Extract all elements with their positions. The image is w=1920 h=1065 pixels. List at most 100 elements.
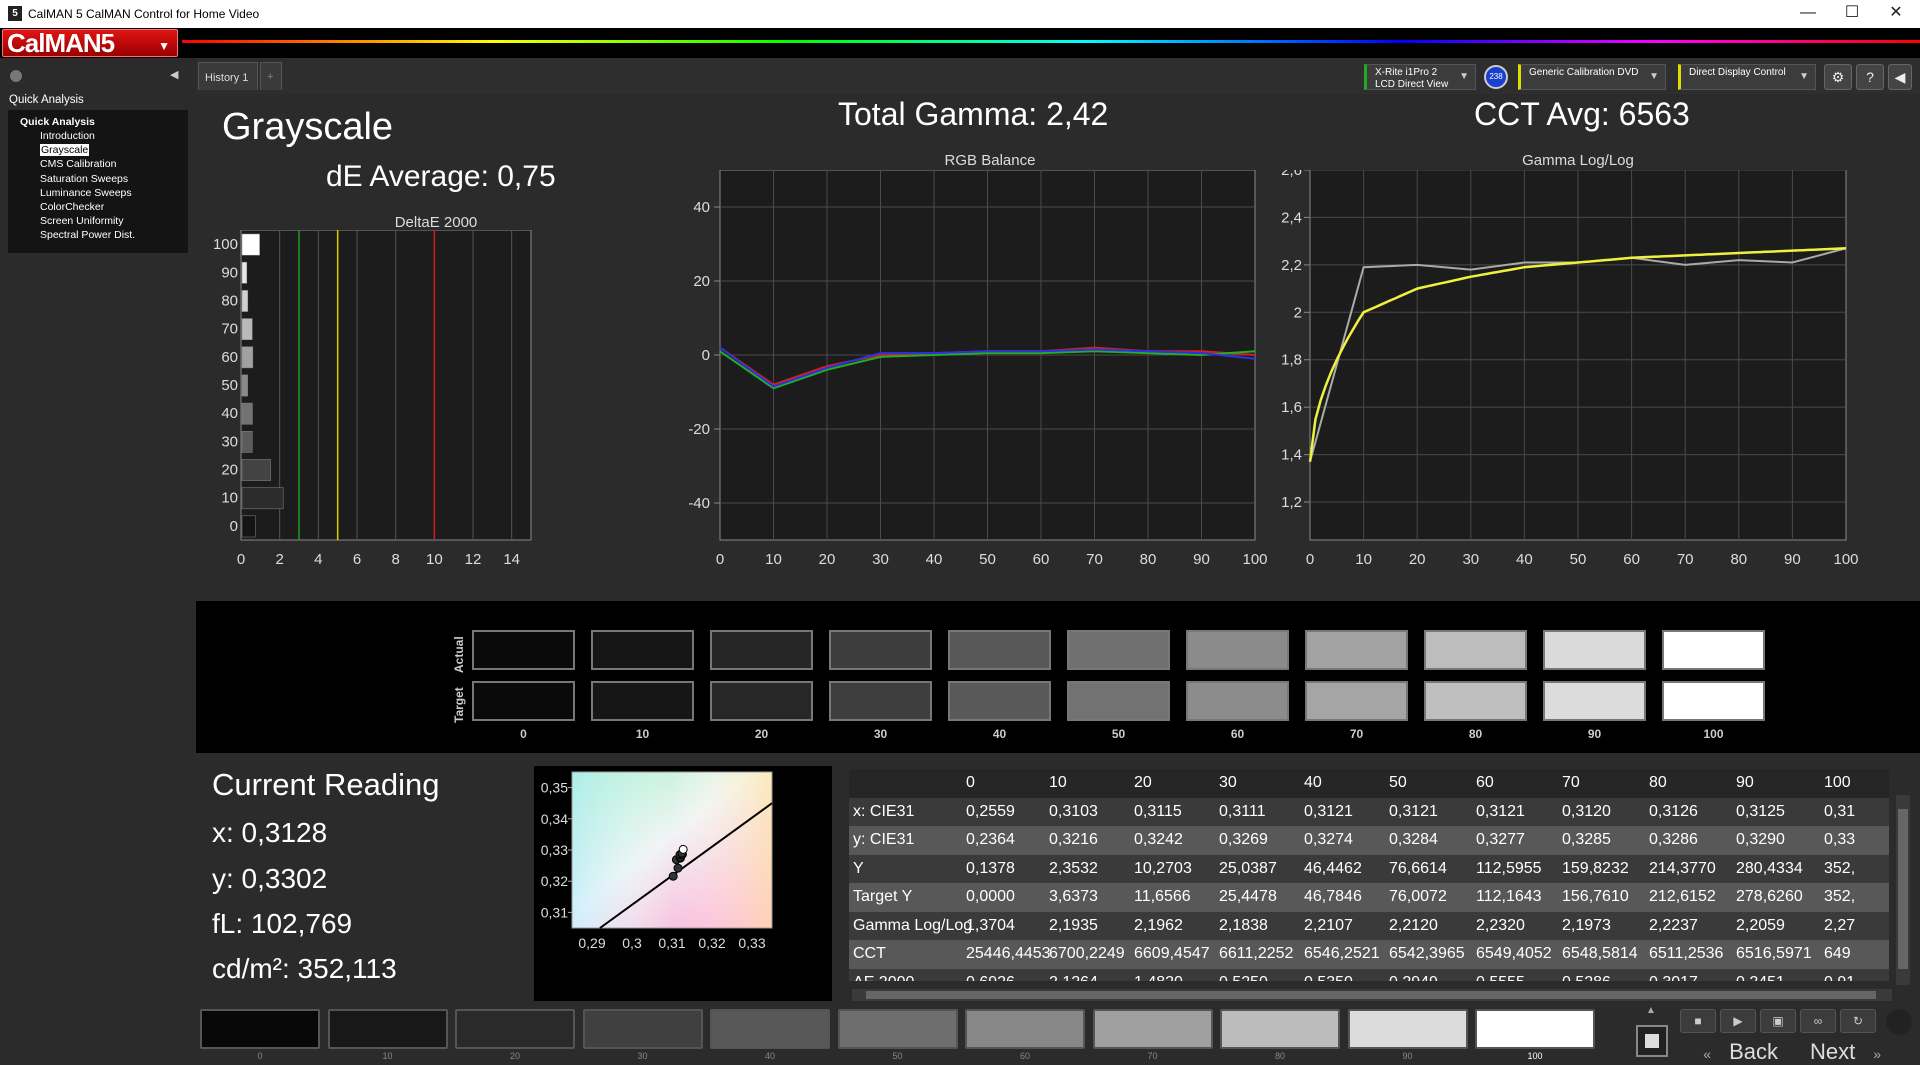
table-cell: 0,3290 xyxy=(1736,831,1785,848)
back-label: Back xyxy=(1729,1039,1778,1064)
sidebar-item[interactable]: Introduction xyxy=(20,129,188,143)
table-cell: 280,4334 xyxy=(1736,859,1803,877)
swatch-level-label: 30 xyxy=(873,727,888,741)
table-cell: 159,8232 xyxy=(1562,859,1629,877)
bottom-swatch-button[interactable] xyxy=(1220,1009,1340,1049)
sidebar-item-label: Introduction xyxy=(40,130,95,142)
table-cell: 46,7846 xyxy=(1304,888,1362,905)
bottom-swatch-button[interactable] xyxy=(200,1009,320,1049)
collapse-right-icon[interactable]: ◀ xyxy=(1888,64,1912,90)
save-icon[interactable]: ▣ xyxy=(1760,1009,1796,1033)
table-vertical-scrollbar[interactable] xyxy=(1896,795,1910,985)
row-label: ΔE 2000 xyxy=(853,974,914,982)
add-tab-button[interactable]: + xyxy=(260,62,282,90)
collapse-left-icon[interactable]: ◀ xyxy=(170,68,178,81)
sidebar-item-label: Grayscale xyxy=(40,144,90,157)
y-tick-label: 20 xyxy=(221,462,238,479)
actual-swatch xyxy=(1305,630,1408,670)
y-tick-label: 1,4 xyxy=(1281,447,1302,464)
next-label: Next xyxy=(1810,1039,1856,1064)
table-cell: 214,3770 xyxy=(1649,859,1716,877)
minimize-button[interactable]: — xyxy=(1788,2,1828,24)
round-action-icon[interactable] xyxy=(1886,1009,1912,1035)
meter-badge[interactable]: 238 xyxy=(1484,65,1508,89)
swatch-level-label: 40 xyxy=(992,727,1007,741)
title-bar: 5 CalMAN 5 CalMAN Control for Home Video… xyxy=(0,0,1920,28)
column-header: 30 xyxy=(1219,774,1237,791)
row-label: Gamma Log/Log xyxy=(853,916,973,934)
scrollbar-thumb[interactable] xyxy=(1898,809,1908,969)
maximize-button[interactable]: ☐ xyxy=(1832,2,1872,24)
y-tick-label: 10 xyxy=(221,490,238,507)
table-cell: 0,2949 xyxy=(1389,974,1438,982)
column-header: 70 xyxy=(1562,774,1580,791)
bottom-swatch-button[interactable] xyxy=(582,1009,703,1049)
x-tick-label: 10 xyxy=(1355,551,1372,568)
sidebar-item-label: CMS Calibration xyxy=(40,158,117,171)
x-tick-label: 0 xyxy=(1306,551,1314,568)
back-button[interactable]: « Back xyxy=(1674,1039,1784,1065)
bottom-swatch-button[interactable] xyxy=(327,1009,448,1049)
bottom-swatch-button[interactable] xyxy=(837,1009,958,1049)
scrollbar-thumb[interactable] xyxy=(866,991,1876,999)
bottom-swatch-label: 90 xyxy=(1402,1051,1413,1061)
x-tick-label: 10 xyxy=(426,551,443,568)
actual-swatch xyxy=(591,630,694,670)
cie-chart: 0,29 0,3 0,31 0,32 0,33 0,35 0,34 0,33 0,32 0,31 xyxy=(541,771,773,951)
swatch-level-label: 0 xyxy=(520,727,527,741)
tree-root[interactable]: Quick Analysis xyxy=(20,116,188,128)
display-selector[interactable]: Direct Display Control ▼ xyxy=(1678,64,1816,90)
table-cell: 2,1962 xyxy=(1134,916,1183,934)
actual-swatch xyxy=(1662,630,1765,670)
sidebar-item[interactable]: CMS Calibration xyxy=(20,157,188,171)
pin-icon[interactable] xyxy=(10,70,22,82)
stop-icon[interactable]: ■ xyxy=(1680,1009,1716,1033)
sidebar-item[interactable]: Spectral Power Dist. xyxy=(20,228,188,242)
sidebar-item[interactable]: Screen Uniformity xyxy=(20,214,188,228)
table-row: ΔE 2000 0,6926 2,1264 1,4820 0,5250 0,5350 0,2… xyxy=(849,968,1889,982)
meter-selector[interactable]: X-Rite i1Pro 2 LCD Direct View ▼ xyxy=(1364,64,1476,90)
tab-history-1[interactable]: History 1 xyxy=(198,62,258,90)
y-tick-label: 90 xyxy=(221,264,238,281)
bottom-swatch-label: 80 xyxy=(1274,1051,1285,1061)
cie-point xyxy=(678,844,688,854)
bottom-swatch-button[interactable] xyxy=(455,1009,575,1049)
table-cell: 0,31 xyxy=(1824,802,1856,820)
help-icon[interactable]: ? xyxy=(1856,64,1884,90)
table-cell: 0,3120 xyxy=(1562,802,1611,820)
stop-all-button[interactable] xyxy=(1636,1025,1668,1057)
up-arrow-icon[interactable]: ▲ xyxy=(1636,1005,1666,1017)
bottom-swatch-button[interactable] xyxy=(1092,1009,1213,1049)
column-header: 10 xyxy=(1049,774,1067,791)
sidebar-item[interactable]: Grayscale xyxy=(20,143,188,157)
y-tick-label: 0,35 xyxy=(541,780,568,796)
deltae-bar xyxy=(241,431,253,453)
table-cell: 2,2320 xyxy=(1476,916,1525,934)
loop-icon[interactable]: ∞ xyxy=(1800,1009,1836,1033)
refresh-icon[interactable]: ↻ xyxy=(1840,1009,1876,1033)
sidebar-item-label: ColorChecker xyxy=(40,201,105,214)
bottom-swatch-button[interactable] xyxy=(965,1009,1085,1049)
table-cell: 0,3115 xyxy=(1134,802,1182,820)
x-tick-label: 6 xyxy=(353,551,361,568)
gamma-chart-title: Gamma Log/Log xyxy=(1522,152,1634,169)
x-tick-label: 30 xyxy=(872,551,889,568)
settings-gear-icon[interactable]: ⚙ xyxy=(1824,64,1852,90)
deltae-chart: 0 2 4 6 8 10 12 14 0 10 20 30 40 50 60 70 80 90 100 xyxy=(213,230,532,568)
bottom-swatch-button[interactable] xyxy=(1475,1009,1595,1049)
header-bar: CalMAN5 ▼ xyxy=(0,28,1920,58)
bottom-swatch-button[interactable] xyxy=(1347,1009,1468,1049)
bottom-swatch-label: 40 xyxy=(764,1051,775,1061)
y-tick-label: 2,6 xyxy=(1281,170,1302,179)
table-horizontal-scrollbar[interactable] xyxy=(852,989,1892,1001)
bottom-swatch-button[interactable] xyxy=(710,1009,830,1049)
calman-logo-menu[interactable]: CalMAN5 ▼ xyxy=(2,29,178,57)
play-icon[interactable]: ▶ xyxy=(1720,1009,1756,1033)
source-selector[interactable]: Generic Calibration DVD ▼ xyxy=(1518,64,1666,90)
sidebar-item[interactable]: ColorChecker xyxy=(20,200,188,214)
sidebar-item[interactable]: Saturation Sweeps xyxy=(20,172,188,186)
table-row: y: CIE31 0,2364 0,3216 0,3242 0,3269 0,3274 0,… xyxy=(849,826,1889,855)
close-button[interactable]: ✕ xyxy=(1876,2,1916,24)
next-button[interactable]: Next » xyxy=(1796,1039,1914,1065)
sidebar-item[interactable]: Luminance Sweeps xyxy=(20,186,188,200)
